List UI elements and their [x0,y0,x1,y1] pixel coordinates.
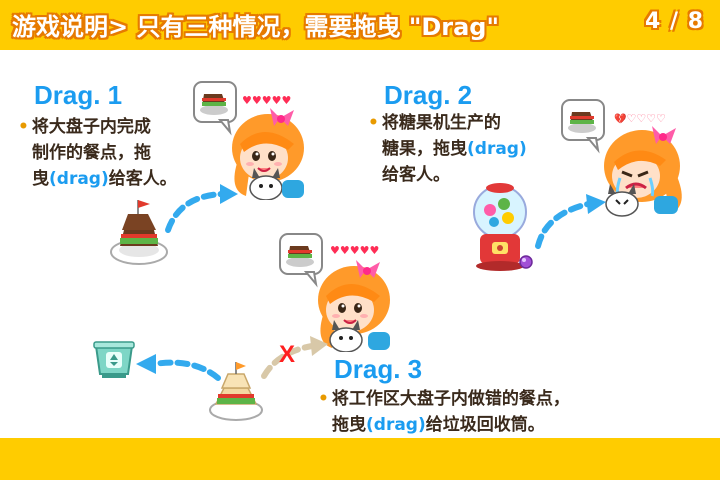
heart-meter: 💔♡♡♡♡ [614,112,666,125]
page-title: 游戏说明> 只有三种情况，需要拖曳 "Drag" [12,13,499,41]
drag-1-title: Drag. 1 [34,80,123,110]
drag-3-line-1: 将工作区大盘子内做错的餐点， [331,389,570,409]
drag-2-line-1: 将糖果机生产的 [381,113,501,133]
drag-arrow [165,184,238,233]
drag-1-line-2: 制作的餐点，拖 [32,143,151,163]
wrong-sandwich-plate[interactable] [208,360,264,422]
forbidden-x-mark: X [279,341,296,368]
bullet: • [318,389,329,409]
heart-meter: ♥♥♥♥♥ [242,94,292,107]
bullet: • [18,117,29,137]
recycle-bin-icon [93,341,135,378]
candy-ball[interactable] [516,252,536,272]
drag-1-line-1: 将大盘子内完成 [31,117,151,137]
heart-meter: ♥♥♥♥♥ [330,244,380,257]
broken-heart-icon: 💔 [614,114,627,125]
drag-3-line-2b: 给垃圾回收筒。 [425,415,545,435]
drag-keyword: (drag) [467,139,527,159]
empty-hearts: ♡♡♡♡ [626,112,666,125]
drag-2-title: Drag. 2 [384,80,473,110]
drag-3-title: Drag. 3 [334,354,423,384]
drag-1-line-3a: 曳 [32,169,49,189]
drag-2-line-3: 给客人。 [382,165,450,185]
drag-keyword: (drag) [366,415,426,435]
drag-2-description: • 将糖果机生产的 糖果，拖曳(drag) 给客人。 [368,110,527,188]
drag-2-line-2a: 糖果，拖曳 [382,139,467,159]
drag-3-description: • 将工作区大盘子内做错的餐点， 拖曳(drag)给垃圾回收筒。 [318,386,570,438]
footer-bar [0,438,720,480]
drag-1-description: • 将大盘子内完成 制作的餐点，拖 曳(drag)给客人。 [18,114,177,192]
header-bar: 游戏说明> 只有三种情况，需要拖曳 "Drag" 4 / 8 [0,0,720,50]
drag-keyword: (drag) [49,169,109,189]
drag-arrow [535,194,606,249]
page-counter: 4 / 8 [645,9,704,34]
bullet: • [368,113,379,133]
drag-3-line-2a: 拖曳 [332,415,366,435]
